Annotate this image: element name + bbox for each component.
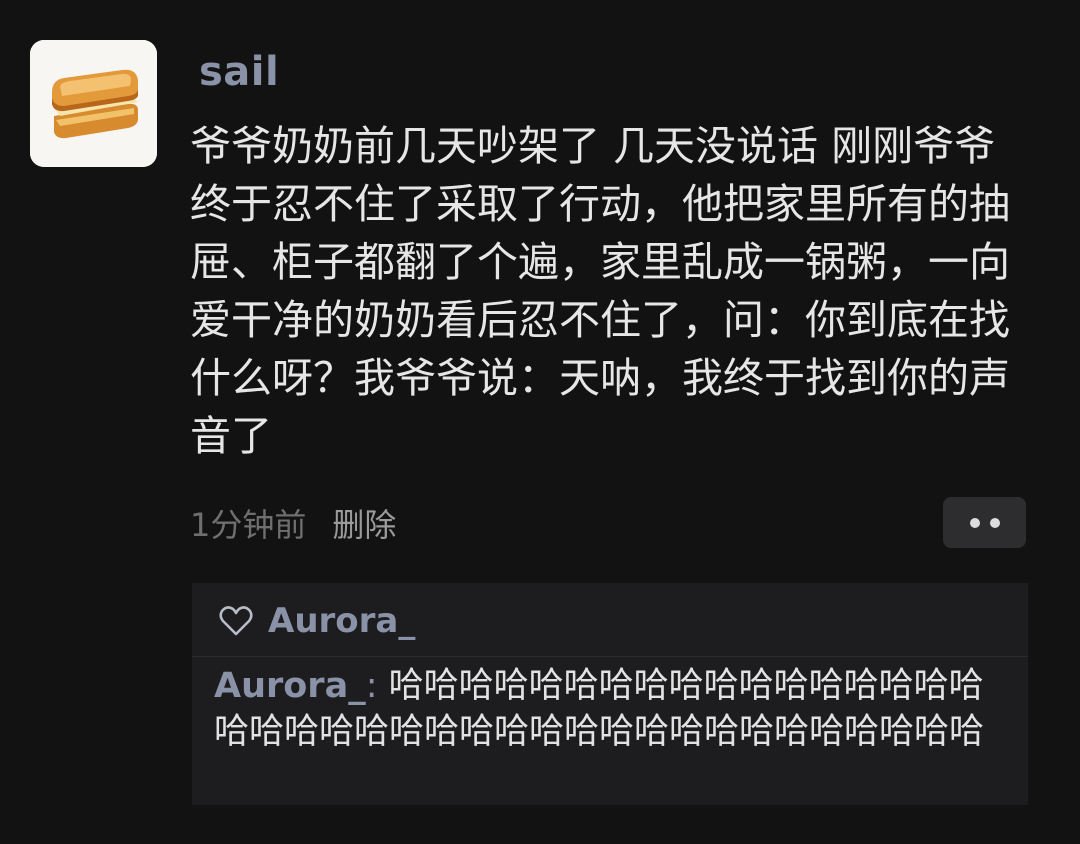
divider bbox=[192, 656, 1028, 657]
comment-separator: : bbox=[365, 666, 389, 706]
delete-link[interactable]: 删除 bbox=[332, 500, 396, 546]
likes-row: Aurora_ bbox=[218, 595, 415, 647]
heart-outline-icon bbox=[219, 606, 253, 636]
post-author-name[interactable]: sail bbox=[199, 46, 279, 98]
comment-author[interactable]: Aurora_ bbox=[214, 666, 366, 706]
like-user-name[interactable]: Aurora_ bbox=[268, 601, 415, 641]
comment-item[interactable]: Aurora_: 哈哈哈哈哈哈哈哈哈哈哈哈哈哈哈哈哈哈哈哈哈哈哈哈哈哈哈哈哈哈哈… bbox=[214, 663, 1014, 755]
post-body-text: 爷爷奶奶前几天吵架了 几天没说话 刚刚爷爷终于忍不住了采取了行动，他把家里所有的… bbox=[190, 122, 1010, 460]
more-dots-icon bbox=[969, 517, 980, 528]
more-options-button[interactable] bbox=[943, 497, 1026, 548]
interaction-panel: Aurora_ Aurora_: 哈哈哈哈哈哈哈哈哈哈哈哈哈哈哈哈哈哈哈哈哈哈哈… bbox=[192, 583, 1028, 805]
moments-post: sail 爷爷奶奶前几天吵架了 几天没说话 刚刚爷爷终于忍不住了采取了行动，他把… bbox=[0, 0, 1080, 844]
more-dots-icon bbox=[989, 517, 1000, 528]
avatar[interactable] bbox=[30, 40, 157, 167]
toast-sandwich-icon bbox=[30, 40, 157, 167]
post-timestamp: 1分钟前 bbox=[190, 506, 307, 544]
post-meta: 1分钟前 删除 bbox=[190, 500, 396, 546]
